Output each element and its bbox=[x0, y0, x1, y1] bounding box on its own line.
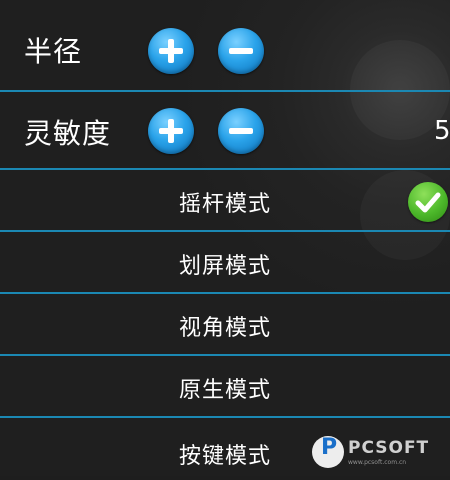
mode-row-native[interactable]: 原生模式 bbox=[0, 356, 450, 418]
watermark-logo: P PCSOFT www.pcsoft.com.cn bbox=[312, 432, 450, 476]
radius-decrease-button[interactable] bbox=[218, 28, 264, 74]
sensitivity-value: 5 bbox=[434, 116, 450, 146]
check-icon bbox=[408, 182, 448, 222]
mode-label: 摇杆模式 bbox=[178, 192, 271, 217]
watermark-subtext: www.pcsoft.com.cn bbox=[348, 459, 407, 466]
mode-label: 划屏模式 bbox=[178, 254, 271, 279]
watermark-letter: P bbox=[321, 435, 338, 460]
mode-row-swipe[interactable]: 划屏模式 bbox=[0, 232, 450, 294]
minus-icon bbox=[229, 48, 253, 54]
settings-panel: 半径 灵敏度 5 摇杆模式 划屏模式 视角模式 原生模式 按键模式 P PCSO… bbox=[0, 0, 450, 476]
radius-row: 半径 bbox=[0, 0, 450, 92]
sensitivity-label: 灵敏度 bbox=[24, 117, 112, 150]
mode-label: 原生模式 bbox=[178, 378, 271, 403]
mode-label: 视角模式 bbox=[178, 316, 271, 341]
mode-row-view[interactable]: 视角模式 bbox=[0, 294, 450, 356]
radius-label: 半径 bbox=[24, 35, 83, 68]
minus-icon bbox=[229, 128, 253, 134]
sensitivity-decrease-button[interactable] bbox=[218, 108, 264, 154]
plus-icon-vertical bbox=[168, 39, 174, 63]
sensitivity-row: 灵敏度 5 bbox=[0, 92, 450, 170]
watermark-text: PCSOFT bbox=[348, 438, 430, 458]
radius-increase-button[interactable] bbox=[148, 28, 194, 74]
mode-row-joystick[interactable]: 摇杆模式 bbox=[0, 170, 450, 232]
sensitivity-increase-button[interactable] bbox=[148, 108, 194, 154]
plus-icon-vertical bbox=[168, 119, 174, 143]
